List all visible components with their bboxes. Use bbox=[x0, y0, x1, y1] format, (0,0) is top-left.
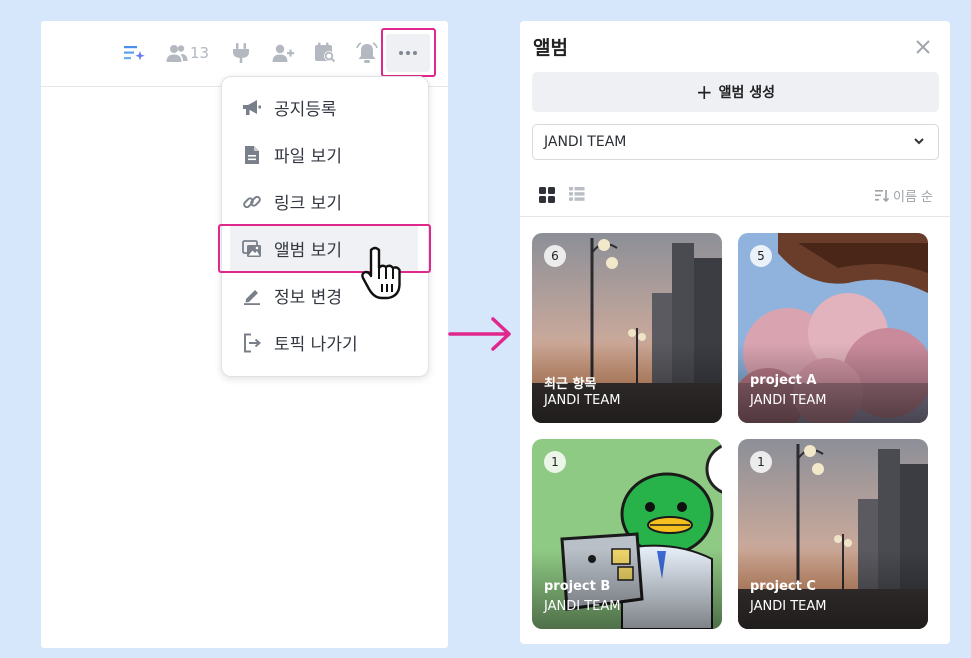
bell-icon[interactable] bbox=[356, 41, 378, 65]
album-card[interactable]: 1 project C JANDI TEAM bbox=[738, 439, 928, 629]
pencil-icon bbox=[242, 286, 262, 306]
close-icon[interactable] bbox=[912, 36, 934, 58]
album-count-badge: 1 bbox=[750, 451, 772, 473]
divider bbox=[520, 216, 950, 217]
more-button-highlight bbox=[381, 28, 436, 77]
album-team: JANDI TEAM bbox=[544, 393, 621, 408]
members-icon bbox=[166, 45, 188, 62]
album-card[interactable]: 1 project B JANDI TEAM bbox=[532, 439, 722, 629]
team-select-value: JANDI TEAM bbox=[544, 134, 627, 150]
album-team: JANDI TEAM bbox=[750, 393, 827, 408]
exit-icon bbox=[242, 333, 262, 353]
menu-item-notice[interactable]: 공지등록 bbox=[222, 84, 428, 131]
create-album-label: 앨범 생성 bbox=[718, 85, 776, 101]
album-card[interactable]: 6 최근 항목 JANDI TEAM bbox=[532, 233, 722, 423]
members-button[interactable]: 13 bbox=[166, 41, 209, 65]
file-icon bbox=[242, 145, 262, 165]
hand-cursor-icon bbox=[361, 246, 407, 306]
menu-item-files[interactable]: 파일 보기 bbox=[222, 131, 428, 178]
grid-view-icon[interactable] bbox=[539, 187, 555, 203]
album-name: 최근 항목 bbox=[544, 377, 597, 392]
chevron-down-icon bbox=[913, 135, 925, 151]
menu-item-label: 토픽 나가기 bbox=[274, 335, 358, 355]
menu-item-label: 링크 보기 bbox=[274, 194, 342, 214]
album-team: JANDI TEAM bbox=[544, 599, 621, 614]
calendar-search-icon[interactable] bbox=[314, 41, 338, 65]
menu-item-links[interactable]: 링크 보기 bbox=[222, 178, 428, 225]
menu-item-label: 공지등록 bbox=[274, 100, 337, 120]
sort-button[interactable]: 이름 순 bbox=[874, 186, 933, 205]
team-select[interactable]: JANDI TEAM bbox=[532, 124, 939, 160]
album-name: project A bbox=[750, 373, 817, 388]
album-panel: 앨범 + 앨범 생성 JANDI TEAM 이름 순 6 최근 항목 JANDI… bbox=[520, 21, 950, 644]
create-album-button[interactable]: + 앨범 생성 bbox=[532, 72, 939, 112]
album-count-badge: 5 bbox=[750, 245, 772, 267]
menu-item-label: 파일 보기 bbox=[274, 147, 342, 167]
list-view-icon[interactable] bbox=[569, 187, 585, 203]
menu-item-leave-topic[interactable]: 토픽 나가기 bbox=[222, 319, 428, 366]
link-icon bbox=[242, 192, 262, 212]
menu-item-label: 정보 변경 bbox=[274, 288, 342, 308]
ai-list-icon[interactable] bbox=[123, 41, 147, 65]
album-name: project B bbox=[544, 579, 611, 594]
sort-icon bbox=[874, 190, 889, 202]
album-card[interactable]: 5 project A JANDI TEAM bbox=[738, 233, 928, 423]
album-count-badge: 6 bbox=[544, 245, 566, 267]
megaphone-icon bbox=[242, 98, 262, 118]
topic-panel: 13 공지등록 파일 보기 링크 보기 앨범 보기 정보 변경 토픽 나가기 bbox=[41, 21, 448, 648]
panel-title: 앨범 bbox=[533, 37, 568, 59]
arrow-right-icon bbox=[448, 314, 514, 358]
plus-icon: + bbox=[695, 80, 713, 104]
sort-label: 이름 순 bbox=[892, 190, 933, 205]
album-name: project C bbox=[750, 579, 816, 594]
album-count-badge: 1 bbox=[544, 451, 566, 473]
add-member-icon[interactable] bbox=[272, 41, 294, 65]
member-count: 13 bbox=[190, 44, 210, 62]
album-team: JANDI TEAM bbox=[750, 599, 827, 614]
plug-icon[interactable] bbox=[231, 41, 251, 65]
